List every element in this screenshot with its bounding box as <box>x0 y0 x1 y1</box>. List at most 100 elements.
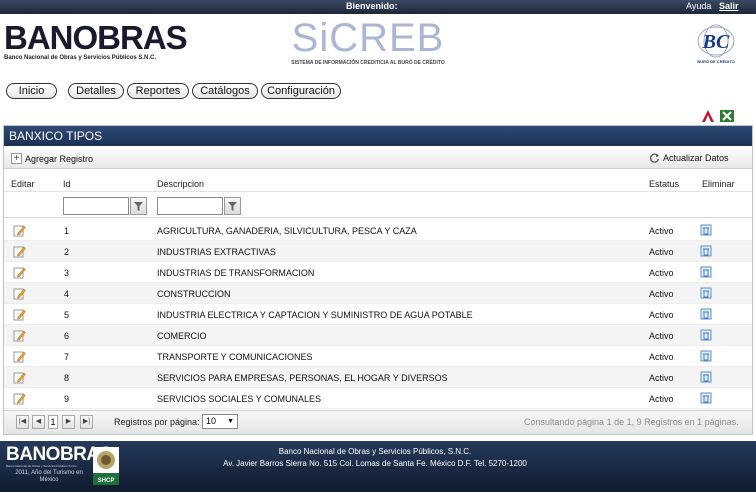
delete-icon[interactable] <box>700 329 712 341</box>
row-status: Activo <box>649 247 674 257</box>
row-description: COMERCIO <box>157 331 207 341</box>
delete-icon[interactable] <box>700 245 712 257</box>
edit-icon[interactable] <box>13 245 26 258</box>
edit-icon[interactable] <box>13 308 26 321</box>
row-id: 8 <box>64 373 70 383</box>
delete-icon[interactable] <box>700 287 712 299</box>
filter-row <box>4 192 752 218</box>
delete-icon[interactable] <box>700 224 712 236</box>
page-size-label: Registros por página: <box>114 417 200 427</box>
column-header-row: Editar Id Descripcion Estatus Eliminar <box>4 174 752 192</box>
edit-icon[interactable] <box>13 287 26 300</box>
column-header-edit[interactable]: Editar <box>11 179 35 189</box>
command-bar: + Agregar Registro Actualizar Datos <box>4 150 752 169</box>
row-status: Activo <box>649 289 674 299</box>
buro-credito-logo: BC BURÓ DE CRÉDITO <box>692 24 740 64</box>
column-header-description[interactable]: Descripcion <box>157 179 204 189</box>
pdf-export-icon[interactable] <box>702 110 714 122</box>
buro-credito-emblem: BC <box>697 24 735 58</box>
page-size-select[interactable]: 10 ▼ <box>202 414 238 429</box>
row-id: 2 <box>64 247 70 257</box>
row-description: CONSTRUCCION <box>157 289 231 299</box>
edit-icon[interactable] <box>13 224 26 237</box>
row-description: INDUSTRIA ELECTRICA Y CAPTACION Y SUMINI… <box>157 310 473 320</box>
prev-page-button[interactable]: ◀ <box>32 415 45 429</box>
column-header-delete[interactable]: Eliminar <box>702 179 735 189</box>
row-status: Activo <box>649 352 674 362</box>
page-number-current[interactable]: 1 <box>48 415 58 429</box>
table-row: 5 INDUSTRIA ELECTRICA Y CAPTACION Y SUMI… <box>4 304 752 325</box>
first-page-button[interactable]: |◀ <box>16 415 29 429</box>
row-status: Activo <box>649 394 674 404</box>
nav-tab-catalogos[interactable]: Catálogos <box>192 83 258 99</box>
delete-icon[interactable] <box>700 350 712 362</box>
description-filter-input[interactable] <box>157 197 223 215</box>
header: BANOBRAS Banco Nacional de Obras y Servi… <box>0 14 756 76</box>
shcp-seal: SHCP <box>93 447 119 485</box>
delete-icon[interactable] <box>700 266 712 278</box>
edit-icon[interactable] <box>13 392 26 405</box>
delete-icon[interactable] <box>700 308 712 320</box>
table-row: 4 CONSTRUCCION Activo <box>4 283 752 304</box>
row-id: 5 <box>64 310 70 320</box>
logout-link[interactable]: Salir <box>719 1 739 11</box>
edit-icon[interactable] <box>13 266 26 279</box>
pager: |◀ ◀ 1 ▶ ▶| Registros por página: 10 ▼ C… <box>4 410 752 434</box>
table-row: 7 TRANSPORTE Y COMUNICACIONES Activo <box>4 346 752 367</box>
delete-icon[interactable] <box>700 371 712 383</box>
row-description: SERVICIOS PARA EMPRESAS, PERSONAS, EL HO… <box>157 373 448 383</box>
row-description: INDUSTRIAS EXTRACTIVAS <box>157 247 276 257</box>
welcome-text: Bienvenido: <box>346 1 398 11</box>
next-page-button[interactable]: ▶ <box>62 415 75 429</box>
row-id: 7 <box>64 352 70 362</box>
help-link[interactable]: Ayuda <box>686 1 711 11</box>
column-header-status[interactable]: Estatus <box>649 179 679 189</box>
buro-credito-initials: BC <box>702 31 730 53</box>
edit-icon[interactable] <box>13 350 26 363</box>
footer-logo-word: BANOBRAS <box>6 444 112 465</box>
pager-info: Consultando página 1 de 1, 9 Registros e… <box>524 417 739 427</box>
banobras-logo: BANOBRAS Banco Nacional de Obras y Servi… <box>4 21 188 61</box>
row-status: Activo <box>649 268 674 278</box>
footer-banobras-logo: BANOBRAS Banco Nacional de Obras y Servi… <box>6 444 112 484</box>
nav-tab-detalles[interactable]: Detalles <box>68 83 124 99</box>
nav-tab-inicio[interactable]: Inicio <box>6 83 57 99</box>
nav-tab-reportes[interactable]: Reportes <box>127 83 189 99</box>
table-row: 6 COMERCIO Activo <box>4 325 752 346</box>
row-status: Activo <box>649 226 674 236</box>
id-filter-input[interactable] <box>63 197 129 215</box>
chevron-down-icon: ▼ <box>227 418 234 425</box>
table-row: 9 SERVICIOS SOCIALES Y COMUNALES Activo <box>4 388 752 409</box>
page-size-value: 10 <box>206 416 217 426</box>
table-row: 8 SERVICIOS PARA EMPRESAS, PERSONAS, EL … <box>4 367 752 388</box>
footer-line-2: Av. Javier Barros Sierra No. 515 Col. Lo… <box>223 459 527 468</box>
top-bar: Bienvenido: Ayuda Salir <box>0 0 756 14</box>
last-page-button[interactable]: ▶| <box>80 415 93 429</box>
export-icons <box>702 110 734 122</box>
edit-icon[interactable] <box>13 371 26 384</box>
refresh-data-button[interactable]: Actualizar Datos <box>650 153 729 163</box>
table-row: 1 AGRICULTURA, GANADERIA, SILVICULTURA, … <box>4 220 752 241</box>
records-table: 1 AGRICULTURA, GANADERIA, SILVICULTURA, … <box>4 220 752 409</box>
excel-export-icon[interactable] <box>720 110 734 122</box>
id-filter-button[interactable] <box>130 197 147 215</box>
footer-address: Banco Nacional de Obras y Servicios Públ… <box>130 446 620 470</box>
add-record-label: Agregar Registro <box>25 153 94 164</box>
plus-icon: + <box>11 153 22 164</box>
nav-tab-configuracion[interactable]: Configuración <box>261 83 341 99</box>
column-header-id[interactable]: Id <box>63 179 71 189</box>
table-row: 3 INDUSTRIAS DE TRANSFORMACION Activo <box>4 262 752 283</box>
shcp-seal-caption: SHCP <box>98 478 115 484</box>
filter-icon <box>228 202 237 211</box>
edit-icon[interactable] <box>13 329 26 342</box>
sicreb-logo-word: SiCREB <box>291 16 445 60</box>
footer-line-1: Banco Nacional de Obras y Servicios Públ… <box>278 447 472 456</box>
banxico-tipos-panel: BANXICO TIPOS + Agregar Registro Actuali… <box>3 125 753 435</box>
delete-icon[interactable] <box>700 392 712 404</box>
description-filter-button[interactable] <box>224 197 241 215</box>
footer: BANOBRAS Banco Nacional de Obras y Servi… <box>0 441 756 492</box>
row-status: Activo <box>649 310 674 320</box>
row-id: 6 <box>64 331 70 341</box>
refresh-data-label: Actualizar Datos <box>663 153 729 163</box>
add-record-button[interactable]: + Agregar Registro <box>11 153 93 164</box>
